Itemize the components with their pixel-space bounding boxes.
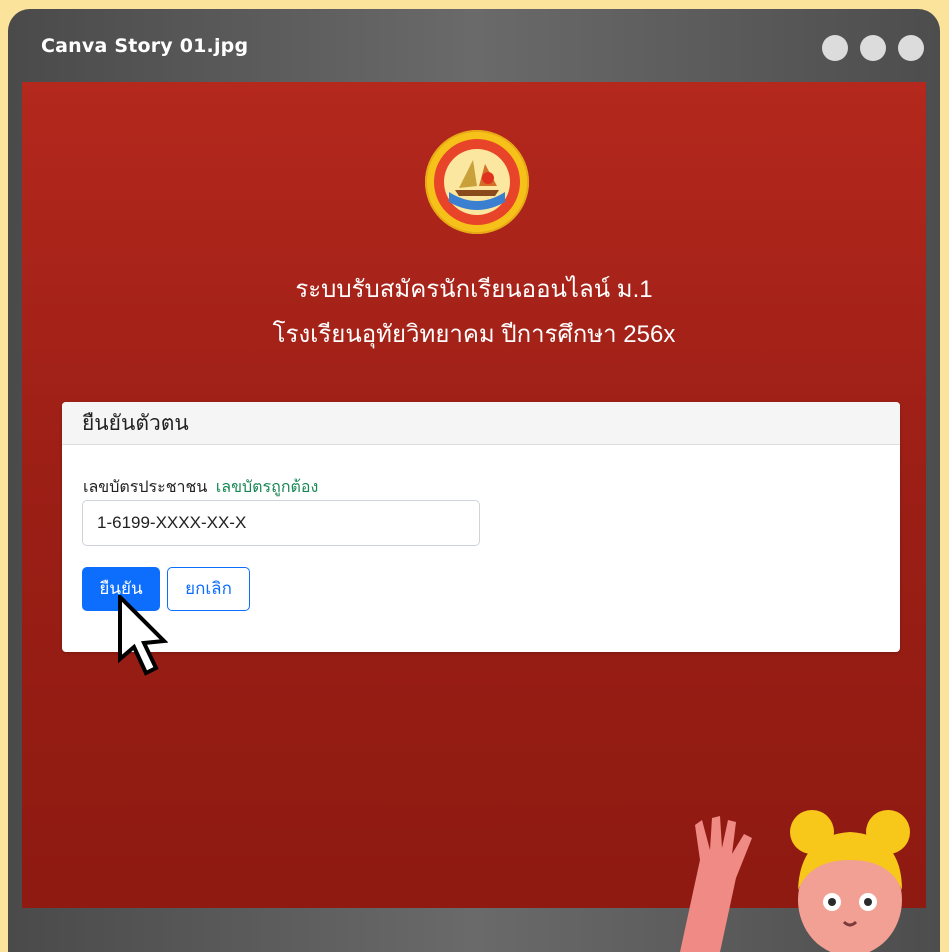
window-controls: [822, 35, 924, 61]
id-field-label-row: เลขบัตรประชาชน เลขบัตรถูกต้อง: [83, 475, 318, 500]
card-header: ยืนยันตัวตน: [62, 402, 900, 445]
verification-card: ยืนยันตัวตน เลขบัตรประชาชน เลขบัตรถูกต้อ…: [62, 402, 900, 652]
school-emblem-icon: [425, 130, 529, 234]
waving-girl-illustration: [680, 810, 910, 952]
page-subtitle: โรงเรียนอุทัยวิทยาคม ปีการศึกษา 256x: [272, 321, 676, 348]
window-control-dot[interactable]: [822, 35, 848, 61]
id-field-label: เลขบัตรประชาชน: [83, 479, 208, 496]
page-title: ระบบรับสมัครนักเรียนออนไลน์ ม.1: [295, 276, 653, 303]
mouse-pointer-icon: [118, 595, 168, 676]
id-number-input[interactable]: 1-6199-XXXX-XX-X: [82, 500, 480, 546]
page-content: ระบบรับสมัครนักเรียนออนไลน์ ม.1 โรงเรียน…: [22, 82, 926, 908]
window-title: Canva Story 01.jpg: [41, 35, 249, 57]
window-control-dot[interactable]: [860, 35, 886, 61]
cancel-button[interactable]: ยกเลิก: [167, 567, 250, 611]
validation-message: เลขบัตรถูกต้อง: [215, 479, 319, 496]
window-control-dot[interactable]: [898, 35, 924, 61]
